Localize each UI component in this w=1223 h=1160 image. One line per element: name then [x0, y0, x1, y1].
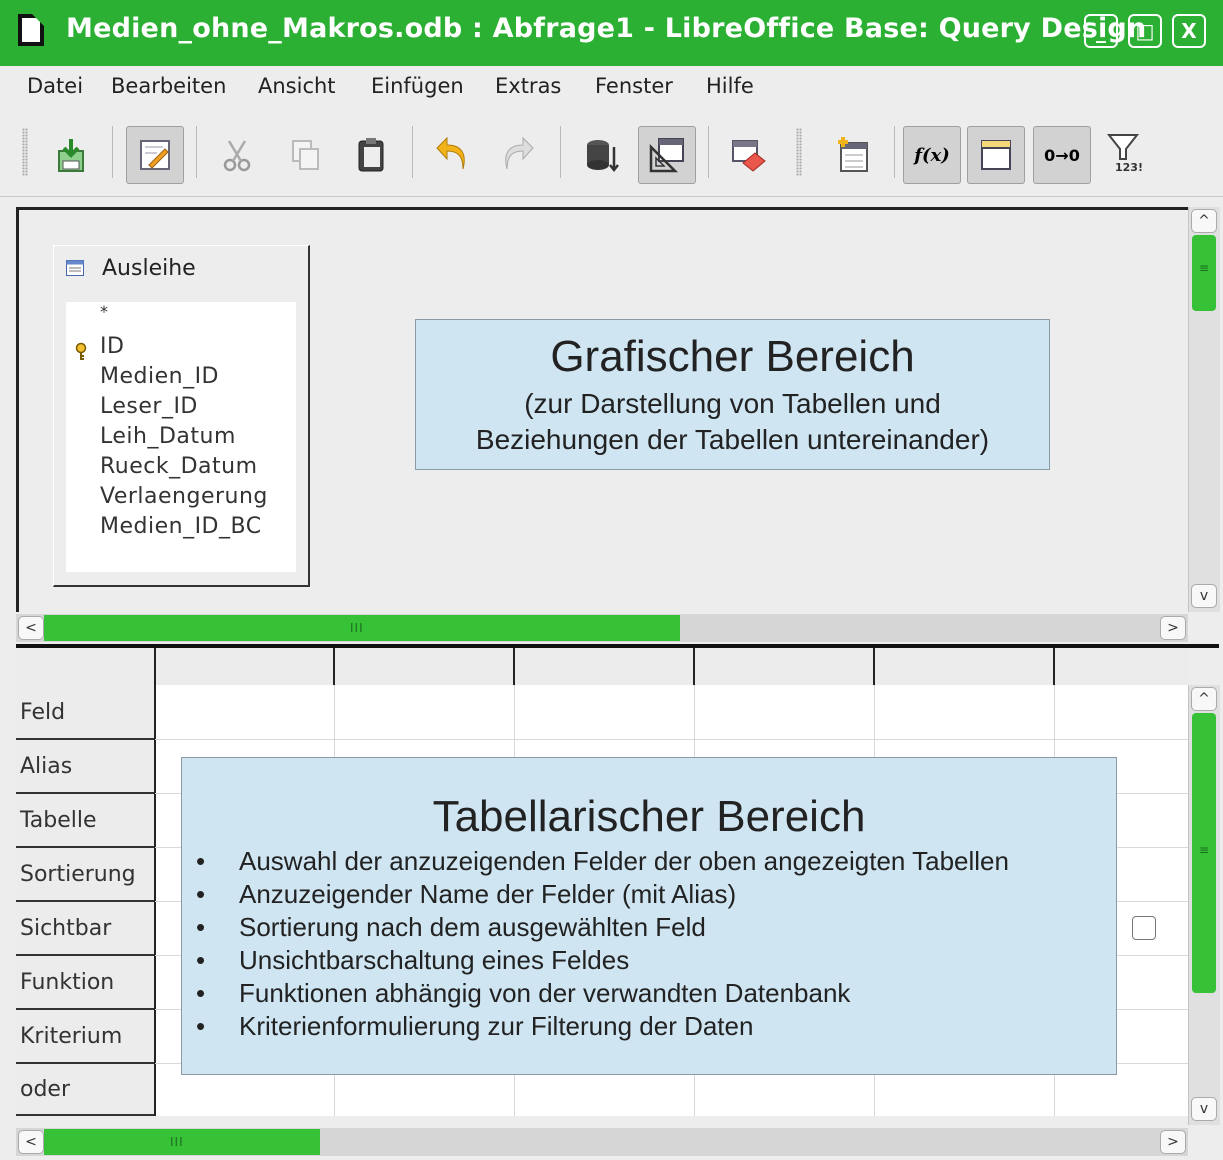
menu-hilfe[interactable]: Hilfe [706, 74, 754, 98]
menu-fenster[interactable]: Fenster [595, 74, 673, 98]
visible-checkbox[interactable] [1132, 916, 1156, 940]
distinct-values-icon[interactable]: 123! [1094, 126, 1152, 184]
table-icon [66, 260, 84, 276]
document-icon [18, 14, 44, 46]
menu-ansicht[interactable]: Ansicht [258, 74, 336, 98]
toolbar-grip[interactable] [22, 128, 28, 176]
row-label-sichtbar[interactable]: Sichtbar [16, 903, 154, 956]
edit-mode-icon[interactable] [126, 126, 184, 184]
limit-label: 123! [1115, 161, 1143, 174]
grid-h-grip-mark: III [170, 1135, 184, 1149]
minimize-button[interactable]: _ [1084, 14, 1118, 48]
design-view-icon[interactable] [638, 126, 696, 184]
grid-vertical-scrollbar[interactable]: ^ ≡ v [1188, 685, 1220, 1125]
graphic-callout-title: Grafischer Bereich [550, 332, 915, 381]
cut-icon[interactable] [208, 126, 266, 184]
row-label-tabelle[interactable]: Tabelle [16, 795, 154, 848]
title-bar: Medien_ohne_Makros.odb : Abfrage1 - Libr… [0, 0, 1223, 67]
field-medien-id[interactable]: Medien_ID [100, 364, 219, 389]
alias-icon[interactable]: 0→0 [1033, 126, 1091, 184]
graphic-h-thumb[interactable]: III [44, 615, 680, 641]
row-label-funktion[interactable]: Funktion [16, 957, 154, 1010]
primary-key-icon [75, 342, 87, 360]
toolbar: f(x) 0→0 123! [0, 108, 1223, 197]
save-icon[interactable] [42, 126, 100, 184]
column-divider[interactable] [693, 648, 695, 685]
functions-label: f(x) [914, 144, 950, 166]
clear-query-icon[interactable] [718, 126, 776, 184]
run-query-icon[interactable] [572, 126, 630, 184]
table-name-icon[interactable] [967, 126, 1025, 184]
row-label-sortierung[interactable]: Sortierung [16, 849, 154, 902]
menu-extras[interactable]: Extras [495, 74, 561, 98]
grid-h-thumb[interactable]: III [44, 1129, 320, 1155]
table-window-title: Ausleihe [102, 256, 196, 281]
field-id[interactable]: ID [100, 334, 124, 359]
row-label-feld[interactable]: Feld [16, 687, 154, 740]
window-title: Medien_ohne_Makros.odb : Abfrage1 - Libr… [66, 13, 1147, 44]
table-area-callout: Tabellarischer Bereich • Auswahl der anzu… [181, 757, 1117, 1075]
menu-datei[interactable]: Datei [27, 74, 83, 98]
graphic-callout-line1: (zur Darstellung von Tabellen und [524, 388, 941, 419]
graphic-callout-line2: Beziehungen der Tabellen untereinander) [475, 424, 990, 455]
callout-bullet: • Sortierung nach dem ausgewählten Feld [196, 912, 706, 942]
toolbar-grip-2[interactable] [796, 128, 802, 176]
menu-bar: Datei Bearbeiten Ansicht Einfügen Extras… [0, 66, 1223, 106]
add-tables-icon[interactable] [824, 126, 882, 184]
field-leih-datum[interactable]: Leih_Datum [100, 424, 236, 449]
graphic-vertical-scrollbar[interactable]: ^ ≡ v [1188, 207, 1220, 612]
menu-bearbeiten[interactable]: Bearbeiten [111, 74, 226, 98]
field-verlaengerung[interactable]: Verlaengerung [100, 484, 268, 509]
table-callout-title: Tabellarischer Bereich [432, 792, 866, 841]
scroll-right-icon[interactable]: > [1160, 616, 1186, 640]
callout-bullet: • Auswahl der anzuzeigenden Felder der ob… [196, 846, 1009, 876]
grid-scroll-right-icon[interactable]: > [1160, 1130, 1186, 1154]
v-grip-mark: ≡ [1199, 261, 1211, 275]
maximize-button[interactable]: □ [1128, 14, 1162, 48]
graphic-area-callout: Grafischer Bereich (zur Darstellung von … [415, 319, 1050, 470]
scroll-up-icon[interactable]: ^ [1191, 209, 1217, 233]
grid-v-thumb[interactable]: ≡ [1192, 713, 1216, 993]
functions-icon[interactable]: f(x) [903, 126, 961, 184]
row-label-alias[interactable]: Alias [16, 741, 154, 794]
field-rueck-datum[interactable]: Rueck_Datum [100, 454, 258, 479]
copy-icon[interactable] [276, 126, 334, 184]
close-button[interactable]: X [1172, 14, 1206, 48]
field-leser-id[interactable]: Leser_ID [100, 394, 198, 419]
grid-scroll-left-icon[interactable]: < [18, 1130, 44, 1154]
field-medien-id-bc[interactable]: Medien_ID_BC [100, 514, 262, 539]
scroll-down-icon[interactable]: v [1191, 584, 1217, 608]
grid-scroll-up-icon[interactable]: ^ [1191, 687, 1217, 711]
field-all[interactable]: * [100, 302, 109, 321]
alias-label: 0→0 [1044, 145, 1080, 165]
menu-einfuegen[interactable]: Einfügen [371, 74, 464, 98]
callout-bullet: • Unsichtbarschaltung eines Feldes [196, 945, 630, 975]
grid-v-grip-mark: ≡ [1199, 843, 1211, 857]
row-label-kriterium[interactable]: Kriterium [16, 1011, 154, 1064]
table-window-ausleihe[interactable]: Ausleihe * ID Medien_ID Leser_ID Leih_Da… [53, 245, 310, 587]
h-grip-mark: III [350, 621, 364, 635]
column-divider[interactable] [333, 648, 335, 685]
column-divider[interactable] [1053, 648, 1055, 685]
grid-scroll-down-icon[interactable]: v [1191, 1097, 1217, 1121]
row-label-oder[interactable]: oder [16, 1065, 154, 1116]
paste-icon[interactable] [342, 126, 400, 184]
callout-bullet: • Kriterienformulierung zur Filterung der… [196, 1011, 754, 1041]
graphic-v-thumb[interactable]: ≡ [1192, 235, 1216, 311]
grid-column-header [16, 648, 1188, 685]
scroll-left-icon[interactable]: < [18, 616, 44, 640]
graphic-horizontal-scrollbar[interactable]: < III [16, 614, 1188, 642]
undo-icon[interactable] [424, 126, 482, 184]
column-divider[interactable] [513, 648, 515, 685]
redo-icon[interactable] [488, 126, 546, 184]
callout-bullet: • Funktionen abhängig von der verwandten … [196, 978, 851, 1008]
grid-horizontal-scrollbar[interactable]: < III [16, 1128, 1188, 1156]
callout-bullet: • Anzuzeigender Name der Felder (mit Alia… [196, 879, 737, 909]
field-list[interactable]: * ID Medien_ID Leser_ID Leih_Datum Rueck… [66, 302, 296, 572]
column-divider [154, 648, 156, 1116]
column-divider[interactable] [873, 648, 875, 685]
